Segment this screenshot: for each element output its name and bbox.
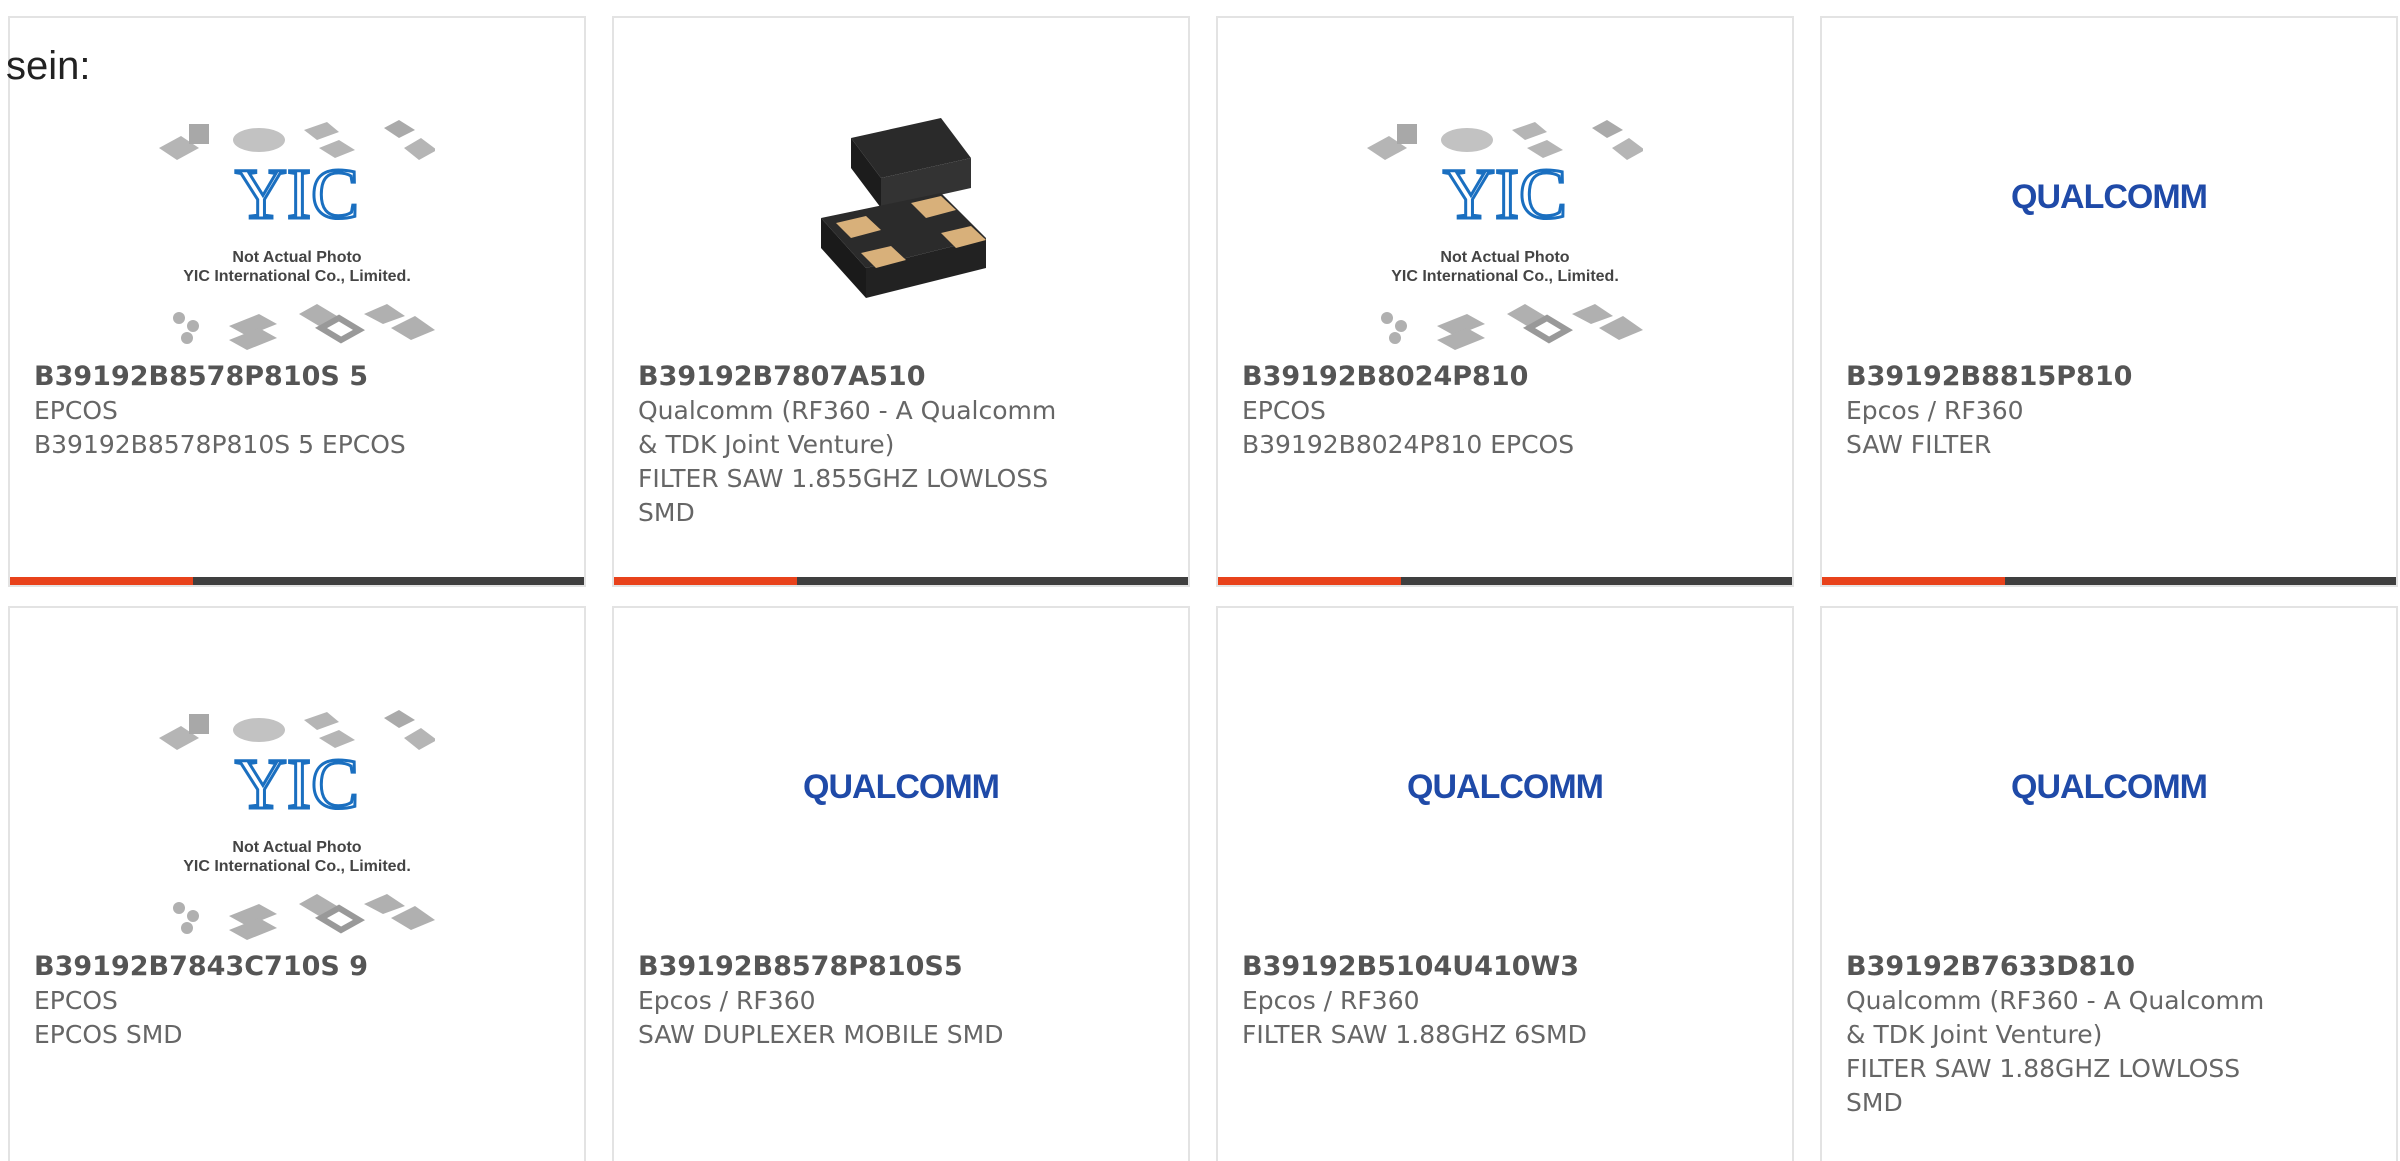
manufacturer: Qualcomm (RF360 - A Qualcomm & TDK Joint…	[1846, 986, 2265, 1049]
part-number-link[interactable]: B39192B8024P810	[1242, 360, 1672, 394]
product-card[interactable]: QUALCOMM B39192B8815P810 Epcos / RF360 S…	[1820, 16, 2398, 587]
manufacturer: Qualcomm (RF360 - A Qualcomm & TDK Joint…	[638, 396, 1057, 459]
product-info: B39192B7843C710S 9 EPCOS EPCOS SMD	[34, 950, 464, 1052]
chip-photo-image	[821, 118, 986, 298]
qualcomm-logo: QUALCOMM	[803, 768, 999, 806]
part-number-link[interactable]: B39192B8815P810	[1846, 360, 2276, 394]
product-card[interactable]: YIC Not Actual Photo YIC International C…	[8, 16, 586, 587]
product-image[interactable]: QUALCOMM	[1822, 18, 2396, 358]
part-number-link[interactable]: B39192B5104U410W3	[1242, 950, 1672, 984]
product-image[interactable]: YIC Not Actual Photo YIC International C…	[10, 18, 584, 358]
product-image[interactable]: QUALCOMM	[614, 608, 1188, 948]
description: B39192B8578P810S 5 EPCOS	[34, 430, 406, 459]
product-card[interactable]: YIC Not Actual Photo YIC International C…	[1216, 16, 1794, 587]
placeholder-line1: Not Actual Photo	[232, 839, 361, 856]
product-card[interactable]: YIC Not Actual Photo YIC International C…	[8, 606, 586, 1161]
card-bottom-bar	[10, 577, 584, 585]
product-info: B39192B7807A510 Qualcomm (RF360 - A Qual…	[638, 360, 1068, 530]
placeholder-line2: YIC International Co., Limited.	[183, 268, 411, 285]
product-image[interactable]: YIC Not Actual Photo YIC International C…	[1218, 18, 1792, 358]
description: SAW FILTER	[1846, 430, 1992, 459]
manufacturer: EPCOS	[34, 396, 118, 425]
description: EPCOS SMD	[34, 1020, 183, 1049]
manufacturer: Epcos / RF360	[638, 986, 816, 1015]
card-bottom-bar	[1218, 577, 1792, 585]
product-info: B39192B5104U410W3 Epcos / RF360 FILTER S…	[1242, 950, 1672, 1052]
product-info: B39192B8578P810S5 Epcos / RF360 SAW DUPL…	[638, 950, 1068, 1052]
product-image[interactable]: QUALCOMM	[1822, 608, 2396, 948]
part-number-link[interactable]: B39192B7843C710S 9	[34, 950, 464, 984]
product-card[interactable]: QUALCOMM B39192B5104U410W3 Epcos / RF360…	[1216, 606, 1794, 1161]
manufacturer: Epcos / RF360	[1242, 986, 1420, 1015]
product-image[interactable]: YIC Not Actual Photo YIC International C…	[10, 608, 584, 948]
description: FILTER SAW 1.88GHZ 6SMD	[1242, 1020, 1587, 1049]
description: B39192B8024P810 EPCOS	[1242, 430, 1575, 459]
product-card[interactable]: B39192B7807A510 Qualcomm (RF360 - A Qual…	[612, 16, 1190, 587]
yic-logo: YIC	[235, 154, 359, 234]
placeholder-line2: YIC International Co., Limited.	[183, 858, 411, 875]
product-info: B39192B8578P810S 5 EPCOS B39192B8578P810…	[34, 360, 464, 462]
qualcomm-logo-image: QUALCOMM	[1407, 768, 1604, 806]
part-number-link[interactable]: B39192B7807A510	[638, 360, 1068, 394]
intro-text: sein:	[6, 44, 91, 88]
yic-logo: YIC	[235, 744, 359, 824]
part-number-link[interactable]: B39192B8578P810S 5	[34, 360, 464, 394]
manufacturer: EPCOS	[1242, 396, 1326, 425]
yic-logo: YIC	[1443, 154, 1567, 234]
placeholder-line1: Not Actual Photo	[232, 249, 361, 266]
product-card[interactable]: QUALCOMM B39192B7633D810 Qualcomm (RF360…	[1820, 606, 2398, 1161]
part-number-link[interactable]: B39192B8578P810S5	[638, 950, 1068, 984]
description: FILTER SAW 1.88GHZ LOWLOSS SMD	[1846, 1054, 2241, 1117]
part-number-link[interactable]: B39192B7633D810	[1846, 950, 2276, 984]
placeholder-line2: YIC International Co., Limited.	[1391, 268, 1619, 285]
manufacturer: Epcos / RF360	[1846, 396, 2024, 425]
card-bottom-bar	[1822, 577, 2396, 585]
product-image[interactable]	[614, 18, 1188, 358]
description: SAW DUPLEXER MOBILE SMD	[638, 1020, 1004, 1049]
product-image[interactable]: QUALCOMM	[1218, 608, 1792, 948]
card-accent-bar	[10, 577, 193, 585]
qualcomm-logo: QUALCOMM	[2011, 768, 2207, 806]
product-info: B39192B7633D810 Qualcomm (RF360 - A Qual…	[1846, 950, 2276, 1120]
product-card[interactable]: QUALCOMM B39192B8578P810S5 Epcos / RF360…	[612, 606, 1190, 1161]
card-accent-bar	[1218, 577, 1401, 585]
manufacturer: EPCOS	[34, 986, 118, 1015]
qualcomm-logo: QUALCOMM	[1407, 768, 1603, 806]
product-grid-page: sein: YIC Not Actual Photo YIC Internati…	[0, 0, 2400, 1161]
card-bottom-bar	[614, 577, 1188, 585]
description: FILTER SAW 1.855GHZ LOWLOSS SMD	[638, 464, 1049, 527]
product-info: B39192B8815P810 Epcos / RF360 SAW FILTER	[1846, 360, 2276, 462]
placeholder-line1: Not Actual Photo	[1440, 249, 1569, 266]
qualcomm-logo-image: QUALCOMM	[803, 768, 1000, 806]
card-accent-bar	[614, 577, 797, 585]
product-info: B39192B8024P810 EPCOS B39192B8024P810 EP…	[1242, 360, 1672, 462]
qualcomm-logo: QUALCOMM	[2011, 178, 2207, 216]
yic-placeholder-image: YIC Not Actual Photo YIC International C…	[159, 710, 435, 940]
yic-placeholder-image: YIC Not Actual Photo YIC International C…	[1367, 120, 1643, 350]
qualcomm-logo-image: QUALCOMM	[2011, 178, 2208, 216]
qualcomm-logo-image: QUALCOMM	[2011, 768, 2208, 806]
card-accent-bar	[1822, 577, 2005, 585]
yic-placeholder-image: YIC Not Actual Photo YIC International C…	[159, 120, 435, 350]
